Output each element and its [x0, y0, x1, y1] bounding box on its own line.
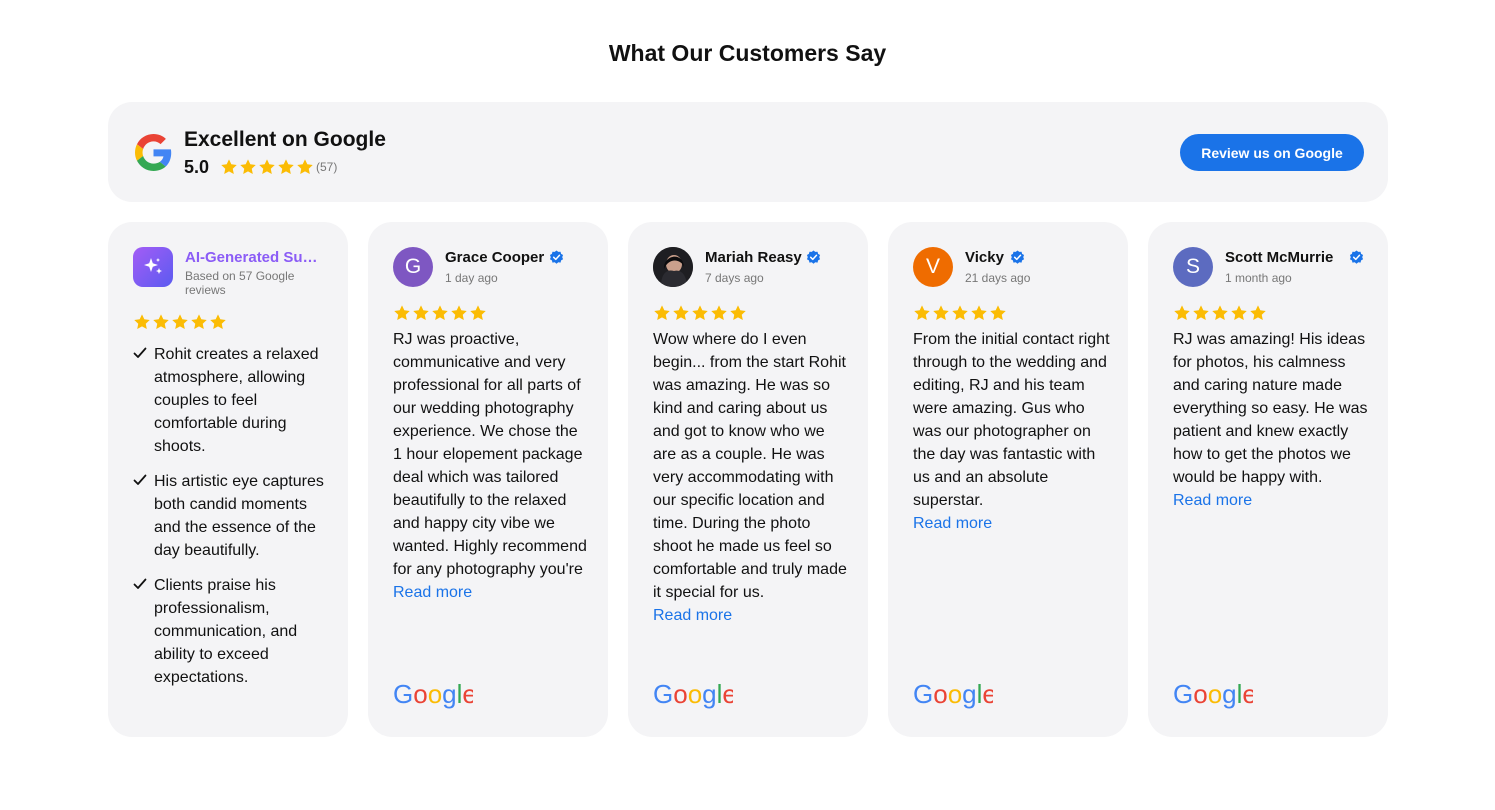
read-more-link[interactable]: Read more: [393, 581, 591, 604]
sparkle-icon: [133, 247, 173, 287]
page-title: What Our Customers Say: [608, 40, 887, 66]
star-icon: [990, 305, 1006, 321]
svg-text:Google: Google: [1173, 680, 1253, 709]
review-card: V Vicky 21 days ago From the initial con…: [888, 222, 1128, 737]
star-icon: [692, 305, 708, 321]
review-stars: [1173, 304, 1267, 322]
star-icon: [933, 305, 949, 321]
star-icon: [191, 314, 207, 330]
review-body: RJ was amazing! His ideas for photos, hi…: [1173, 331, 1368, 486]
reviewer-name[interactable]: Vicky: [965, 249, 1004, 266]
verified-badge-icon: [549, 250, 564, 264]
svg-text:Google: Google: [393, 680, 473, 709]
star-icon: [297, 159, 313, 175]
star-icon: [1193, 305, 1209, 321]
ai-summary-subtitle: Based on 57 Google reviews: [185, 269, 295, 297]
review-card: Mariah Reasy 7 days ago Wow where do I e…: [628, 222, 868, 737]
summary-stars: [220, 158, 314, 176]
star-icon: [432, 305, 448, 321]
read-more-link[interactable]: Read more: [653, 604, 851, 627]
star-icon: [278, 159, 294, 175]
star-icon: [259, 159, 275, 175]
review-text: Wow where do I even begin... from the st…: [653, 328, 851, 627]
google-wordmark: Google: [1173, 680, 1253, 709]
reviewer-name[interactable]: Scott McMurrie: [1225, 249, 1333, 266]
reviewer-name[interactable]: Mariah Reasy: [705, 249, 802, 266]
avatar: S: [1173, 247, 1213, 287]
summary-score: 5.0: [184, 157, 210, 177]
summary-point: His artistic eye captures both candid mo…: [133, 470, 333, 562]
review-text: RJ was amazing! His ideas for photos, hi…: [1173, 328, 1371, 512]
verified-badge-icon: [1349, 250, 1364, 264]
review-stars: [393, 304, 487, 322]
star-icon: [394, 305, 410, 321]
svg-text:Google: Google: [913, 680, 993, 709]
review-date: 7 days ago: [705, 271, 764, 285]
ai-summary-points: Rohit creates a relaxed atmosphere, allo…: [133, 343, 333, 701]
rating-summary-bar: Excellent on Google 5.0 (57) Review us o…: [108, 102, 1388, 202]
review-stars: [653, 304, 747, 322]
avatar: [653, 247, 693, 287]
star-icon: [1174, 305, 1190, 321]
summary-point-text: His artistic eye captures both candid mo…: [154, 473, 324, 559]
verified-badge-icon: [1010, 250, 1025, 264]
review-date: 1 day ago: [445, 271, 498, 285]
summary-point-text: Clients praise his professionalism, comm…: [154, 577, 298, 686]
star-icon: [172, 314, 188, 330]
star-icon: [210, 314, 226, 330]
ai-summary-card: AI-Generated Summary Based on 57 Google …: [108, 222, 348, 737]
star-icon: [1231, 305, 1247, 321]
svg-text:Google: Google: [653, 680, 733, 709]
avatar: V: [913, 247, 953, 287]
star-icon: [134, 314, 150, 330]
star-icon: [673, 305, 689, 321]
star-icon: [971, 305, 987, 321]
summary-point-text: Rohit creates a relaxed atmosphere, allo…: [154, 346, 319, 455]
ai-summary-title[interactable]: AI-Generated Summary: [185, 249, 325, 266]
star-icon: [1250, 305, 1266, 321]
read-more-link[interactable]: Read more: [913, 512, 1111, 535]
star-icon: [1212, 305, 1228, 321]
review-date: 1 month ago: [1225, 271, 1292, 285]
review-us-on-google-button[interactable]: Review us on Google: [1180, 134, 1364, 171]
star-icon: [711, 305, 727, 321]
check-icon: [133, 347, 147, 358]
check-icon: [133, 474, 147, 485]
review-count: (57): [316, 160, 338, 174]
star-icon: [470, 305, 486, 321]
review-text: RJ was proactive, communicative and very…: [393, 328, 591, 604]
star-icon: [153, 314, 169, 330]
verified-badge-icon: [806, 250, 821, 264]
google-wordmark: Google: [913, 680, 993, 709]
review-body: RJ was proactive, communicative and very…: [393, 331, 587, 578]
avatar-photo: [653, 247, 693, 287]
summary-title: Excellent on Google: [184, 128, 386, 151]
google-wordmark: Google: [653, 680, 733, 709]
read-more-link[interactable]: Read more: [1173, 489, 1371, 512]
review-card: G Grace Cooper 1 day ago RJ was proactiv…: [368, 222, 608, 737]
summary-point: Rohit creates a relaxed atmosphere, allo…: [133, 343, 333, 458]
star-icon: [730, 305, 746, 321]
review-stars: [913, 304, 1007, 322]
review-date: 21 days ago: [965, 271, 1031, 285]
reviewer-name[interactable]: Grace Cooper: [445, 249, 544, 266]
star-icon: [240, 159, 256, 175]
summary-point: Clients praise his professionalism, comm…: [133, 574, 333, 689]
star-icon: [413, 305, 429, 321]
check-icon: [133, 578, 147, 589]
google-g-icon: [135, 134, 172, 171]
ai-summary-stars: [133, 313, 227, 331]
star-icon: [654, 305, 670, 321]
google-wordmark: Google: [393, 680, 473, 709]
review-body: From the initial contact right through t…: [913, 331, 1110, 509]
star-icon: [914, 305, 930, 321]
review-card: S Scott McMurrie 1 month ago RJ was amaz…: [1148, 222, 1388, 737]
avatar: G: [393, 247, 433, 287]
review-text: From the initial contact right through t…: [913, 328, 1111, 535]
review-body: Wow where do I even begin... from the st…: [653, 331, 847, 601]
star-icon: [451, 305, 467, 321]
star-icon: [952, 305, 968, 321]
star-icon: [221, 159, 237, 175]
